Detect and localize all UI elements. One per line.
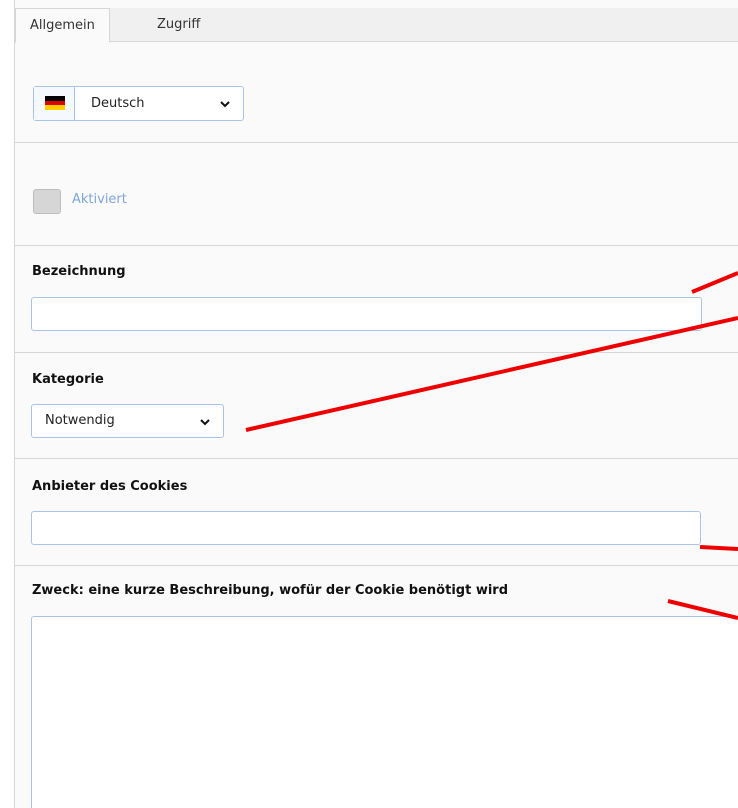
section-divider bbox=[15, 352, 738, 353]
de-flag-icon bbox=[45, 96, 65, 110]
kategorie-select-value: Notwendig bbox=[45, 413, 115, 428]
section-divider bbox=[15, 245, 738, 246]
tab-allgemein[interactable]: Allgemein bbox=[15, 8, 110, 43]
bezeichnung-input[interactable] bbox=[31, 297, 702, 331]
section-divider bbox=[15, 142, 738, 143]
anbieter-input[interactable] bbox=[31, 511, 701, 545]
section-divider bbox=[15, 565, 738, 566]
chevron-down-icon bbox=[200, 417, 210, 427]
section-divider bbox=[15, 458, 738, 459]
tab-bar: Allgemein Zugriff bbox=[15, 8, 738, 43]
anbieter-label: Anbieter des Cookies bbox=[32, 479, 188, 494]
zweck-label: Zweck: eine kurze Beschreibung, wofür de… bbox=[32, 583, 509, 598]
activated-checkbox[interactable] bbox=[33, 189, 61, 214]
kategorie-label: Kategorie bbox=[32, 372, 104, 387]
record-edit-form: Allgemein Zugriff Deutsch Aktiviert Beze… bbox=[14, 0, 738, 808]
language-select-value: Deutsch bbox=[91, 96, 145, 111]
activated-label[interactable]: Aktiviert bbox=[72, 192, 127, 207]
bezeichnung-label: Bezeichnung bbox=[32, 264, 126, 279]
tab-zugriff[interactable]: Zugriff bbox=[143, 8, 214, 42]
kategorie-select[interactable]: Notwendig bbox=[31, 404, 224, 438]
language-select[interactable]: Deutsch bbox=[33, 86, 244, 121]
language-flag-box bbox=[34, 87, 75, 120]
zweck-textarea[interactable] bbox=[31, 616, 738, 808]
chevron-down-icon bbox=[220, 99, 230, 109]
